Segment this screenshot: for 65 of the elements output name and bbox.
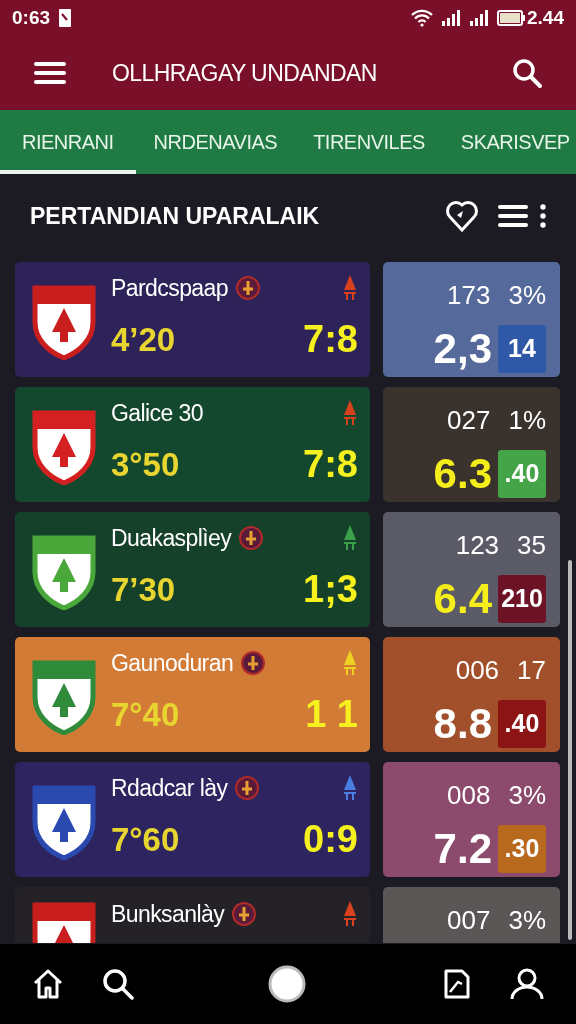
match-time: 4’20 xyxy=(111,320,176,360)
stat-value: 1% xyxy=(508,404,546,437)
scrollbar[interactable] xyxy=(568,560,572,940)
rating-badge: .40 xyxy=(498,449,546,498)
match-card[interactable]: Pardcspaap 4’20 7:8 xyxy=(15,262,370,377)
stat-value: 3% xyxy=(508,279,546,312)
list-icon[interactable] xyxy=(498,204,528,228)
team-name: Duakasplìey xyxy=(111,523,232,553)
stat-value: 008 xyxy=(447,779,491,812)
team-name: Gaunoduran xyxy=(111,648,234,678)
team-name: Bunksanlày xyxy=(111,900,225,929)
profile-icon[interactable] xyxy=(510,968,544,1000)
wifi-icon xyxy=(411,9,433,27)
team-name: Galice 30 xyxy=(111,398,203,428)
stat-value: 35 xyxy=(517,529,546,562)
match-score: 7:8 xyxy=(303,442,358,488)
rating-badge: .40 xyxy=(498,699,546,748)
app-title: OLLHRAGAY UNDANDAN xyxy=(112,58,377,88)
match-time: 3°50 xyxy=(111,445,180,485)
rating-value: 6.3 xyxy=(433,449,492,499)
rating-value: 7.2 xyxy=(433,824,492,874)
signal-icon xyxy=(441,10,461,26)
home-button-icon[interactable] xyxy=(268,965,306,1003)
match-card[interactable]: Rdadcar lày 7°60 0:9 xyxy=(15,762,370,877)
stat-value: 027 xyxy=(447,404,491,437)
match-score: 1;3 xyxy=(303,567,358,613)
notification-icon xyxy=(58,8,73,28)
match-time: 7’30 xyxy=(111,570,176,610)
match-score: 1 1 xyxy=(305,692,358,738)
match-time: 7°60 xyxy=(111,820,180,860)
rating-badge: 14 xyxy=(498,324,546,373)
home-icon[interactable] xyxy=(32,968,64,1000)
match-score: 0:9 xyxy=(303,817,358,863)
section-title: PERTANDIAN UPARALAIK xyxy=(30,201,320,231)
signal-icon xyxy=(469,10,489,26)
rating-badge: 210 xyxy=(498,574,546,623)
tab[interactable]: TIRENVILES xyxy=(295,110,443,174)
match-card[interactable]: Bunksanlày xyxy=(15,887,370,943)
menu-icon[interactable] xyxy=(34,61,66,85)
team-name: Pardcspaap xyxy=(111,273,228,303)
tab[interactable]: RIENRANI xyxy=(0,110,136,174)
stat-value: 3% xyxy=(508,904,546,937)
search-icon[interactable] xyxy=(102,968,134,1000)
match-card[interactable]: Duakasplìey 7’30 1;3 xyxy=(15,512,370,627)
battery-text: 2.44 xyxy=(527,5,564,30)
match-card[interactable]: Galice 30 3°50 7:8 xyxy=(15,387,370,502)
match-score: 7:8 xyxy=(303,317,358,363)
stat-value: 173 xyxy=(447,279,491,312)
status-time: 0:63 xyxy=(12,5,51,30)
match-time: 7°40 xyxy=(111,695,180,735)
more-icon[interactable] xyxy=(540,204,546,228)
stat-value: 007 xyxy=(447,904,491,937)
stat-value: 123 xyxy=(455,529,500,562)
rating-value: 6.4 xyxy=(433,574,492,624)
stat-value: 17 xyxy=(517,654,546,687)
stat-value: 006 xyxy=(455,654,500,687)
rating-badge: .30 xyxy=(498,824,546,873)
tab[interactable]: NRDENAVIAS xyxy=(135,110,296,174)
tab[interactable]: SKARISVEP xyxy=(442,110,576,174)
battery-icon xyxy=(497,10,525,26)
stat-value: 3% xyxy=(508,779,546,812)
rating-value: 8.8 xyxy=(433,699,492,749)
team-name: Rdadcar lày xyxy=(111,773,228,803)
rating-value: 2,3 xyxy=(433,324,492,374)
search-icon[interactable] xyxy=(512,58,542,88)
